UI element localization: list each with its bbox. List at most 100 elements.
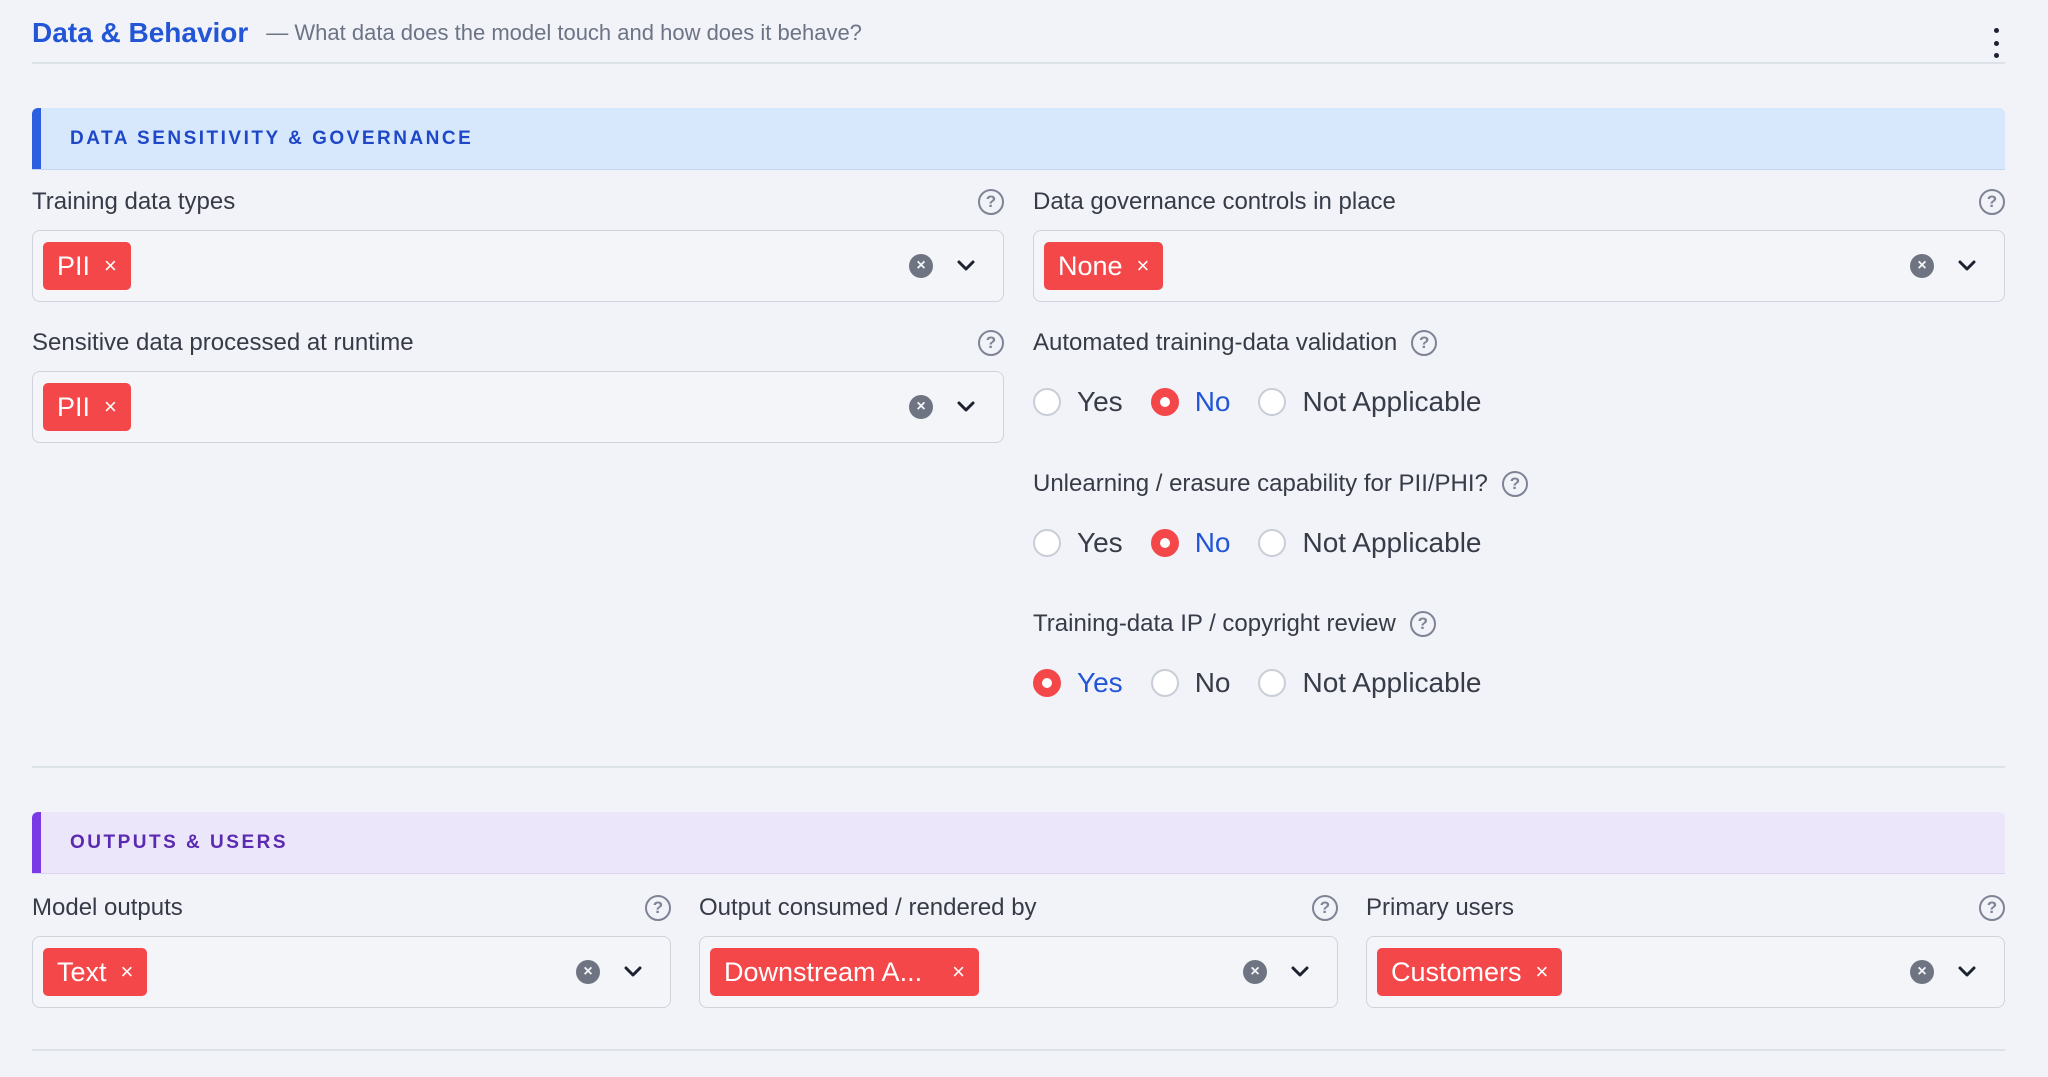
help-icon[interactable]: ?: [645, 895, 671, 921]
field-label: Output consumed / rendered by: [699, 894, 1037, 921]
selected-chip: PII ×: [43, 383, 131, 431]
section-header-outputs-users: OUTPUTS & USERS: [32, 812, 2005, 874]
radio-button[interactable]: [1258, 669, 1287, 697]
radio-option-no[interactable]: No: [1150, 527, 1231, 559]
field-label: Automated training-data validation: [1033, 329, 1398, 356]
field-label: Primary users: [1366, 894, 1515, 921]
primary-users-select[interactable]: Customers × ×: [1366, 936, 2005, 1008]
radio-label: Not Applicable: [1302, 386, 1482, 417]
field-output-consumed-by: Output consumed / rendered by ? Downstre…: [699, 892, 1338, 1008]
radio-option-yes[interactable]: Yes: [1033, 386, 1123, 418]
radio-option-no[interactable]: No: [1150, 667, 1231, 699]
page: Data & Behavior — What data does the mod…: [0, 0, 2048, 1077]
more-options-icon[interactable]: [1987, 28, 2005, 58]
field-unlearning-capability: Unlearning / erasure capability for PII/…: [1033, 468, 2005, 560]
radio-label: No: [1194, 386, 1231, 417]
selected-chip: Downstream A... ×: [710, 948, 979, 996]
chip-label: None: [1058, 250, 1123, 281]
radio-label: Yes: [1077, 386, 1123, 417]
radio-label: Yes: [1077, 527, 1123, 558]
radio-group: Yes No Not Applicable: [1033, 666, 2005, 700]
field-label: Sensitive data processed at runtime: [32, 329, 414, 356]
page-subtitle: — What data does the model touch and how…: [266, 20, 862, 45]
section-divider: [32, 1049, 2005, 1051]
help-icon[interactable]: ?: [1312, 895, 1338, 921]
output-consumed-by-select[interactable]: Downstream A... × ×: [699, 936, 1338, 1008]
radio-button[interactable]: [1150, 388, 1179, 416]
chip-label: Downstream A...: [724, 956, 923, 987]
field-primary-users: Primary users ? Customers × ×: [1366, 892, 2005, 1008]
chevron-down-icon[interactable]: [953, 253, 979, 279]
chevron-down-icon[interactable]: [953, 394, 979, 420]
section-divider: [32, 766, 2005, 768]
radio-option-yes[interactable]: Yes: [1033, 527, 1123, 559]
help-icon[interactable]: ?: [1501, 471, 1528, 497]
radio-label: Not Applicable: [1302, 527, 1482, 558]
help-icon[interactable]: ?: [978, 189, 1004, 215]
help-icon[interactable]: ?: [978, 330, 1004, 356]
field-ip-copyright-review: Training-data IP / copyright review ? Ye…: [1033, 608, 2005, 700]
chip-remove-icon[interactable]: ×: [1536, 959, 1549, 985]
help-icon[interactable]: ?: [1411, 330, 1438, 356]
field-label: Model outputs: [32, 894, 183, 921]
radio-option-yes[interactable]: Yes: [1033, 667, 1123, 699]
chevron-down-icon[interactable]: [1287, 959, 1313, 985]
page-header: Data & Behavior — What data does the mod…: [32, 14, 2005, 64]
clear-icon[interactable]: ×: [909, 395, 933, 419]
radio-option-no[interactable]: No: [1150, 386, 1231, 418]
section-header-data-sensitivity: DATA SENSITIVITY & GOVERNANCE: [32, 108, 2005, 170]
radio-button[interactable]: [1033, 529, 1061, 557]
help-icon[interactable]: ?: [1409, 611, 1436, 637]
radio-label: Not Applicable: [1302, 667, 1482, 698]
radio-option-not-applicable[interactable]: Not Applicable: [1258, 386, 1482, 418]
training-data-types-select[interactable]: PII × ×: [32, 230, 1004, 302]
radio-label: No: [1194, 667, 1231, 698]
chip-label: Text: [57, 956, 107, 987]
radio-button[interactable]: [1033, 669, 1061, 697]
field-label: Data governance controls in place: [1033, 188, 1396, 215]
model-outputs-select[interactable]: Text × ×: [32, 936, 671, 1008]
radio-button[interactable]: [1150, 529, 1179, 557]
clear-icon[interactable]: ×: [576, 960, 600, 984]
radio-group: Yes No Not Applicable: [1033, 385, 2005, 419]
chevron-down-icon[interactable]: [1954, 959, 1980, 985]
clear-icon[interactable]: ×: [1243, 960, 1267, 984]
governance-controls-select[interactable]: None × ×: [1033, 230, 2005, 302]
chip-remove-icon[interactable]: ×: [104, 253, 117, 279]
radio-option-not-applicable[interactable]: Not Applicable: [1258, 527, 1482, 559]
chevron-down-icon[interactable]: [620, 959, 646, 985]
page-title: Data & Behavior: [32, 17, 249, 48]
selected-chip: Text ×: [43, 948, 148, 996]
chip-remove-icon[interactable]: ×: [952, 959, 965, 985]
radio-button[interactable]: [1150, 669, 1179, 697]
selected-chip: None ×: [1044, 242, 1164, 290]
radio-option-not-applicable[interactable]: Not Applicable: [1258, 667, 1482, 699]
chip-remove-icon[interactable]: ×: [121, 959, 134, 985]
clear-icon[interactable]: ×: [1910, 254, 1934, 278]
radio-button[interactable]: [1033, 388, 1061, 416]
sensitive-runtime-select[interactable]: PII × ×: [32, 371, 1004, 443]
clear-icon[interactable]: ×: [909, 254, 933, 278]
chevron-down-icon[interactable]: [1954, 253, 1980, 279]
field-sensitive-runtime: Sensitive data processed at runtime ? PI…: [32, 327, 1004, 443]
field-model-outputs: Model outputs ? Text × ×: [32, 892, 671, 1008]
field-training-data-validation: Automated training-data validation ? Yes…: [1033, 327, 2005, 419]
chip-label: PII: [57, 250, 91, 281]
radio-label: No: [1194, 527, 1231, 558]
field-label: Unlearning / erasure capability for PII/…: [1033, 470, 1488, 497]
field-training-data-types: Training data types ? PII × ×: [32, 186, 1004, 302]
field-governance-controls: Data governance controls in place ? None…: [1033, 186, 2005, 302]
help-icon[interactable]: ?: [1979, 895, 2005, 921]
radio-button[interactable]: [1258, 529, 1287, 557]
radio-button[interactable]: [1258, 388, 1287, 416]
chip-label: PII: [57, 391, 91, 422]
chip-remove-icon[interactable]: ×: [1137, 253, 1150, 279]
help-icon[interactable]: ?: [1979, 189, 2005, 215]
chip-remove-icon[interactable]: ×: [104, 394, 117, 420]
clear-icon[interactable]: ×: [1910, 960, 1934, 984]
field-label: Training data types: [32, 188, 236, 215]
radio-group: Yes No Not Applicable: [1033, 526, 2005, 560]
selected-chip: PII ×: [43, 242, 131, 290]
selected-chip: Customers ×: [1377, 948, 1563, 996]
radio-label: Yes: [1077, 667, 1123, 698]
